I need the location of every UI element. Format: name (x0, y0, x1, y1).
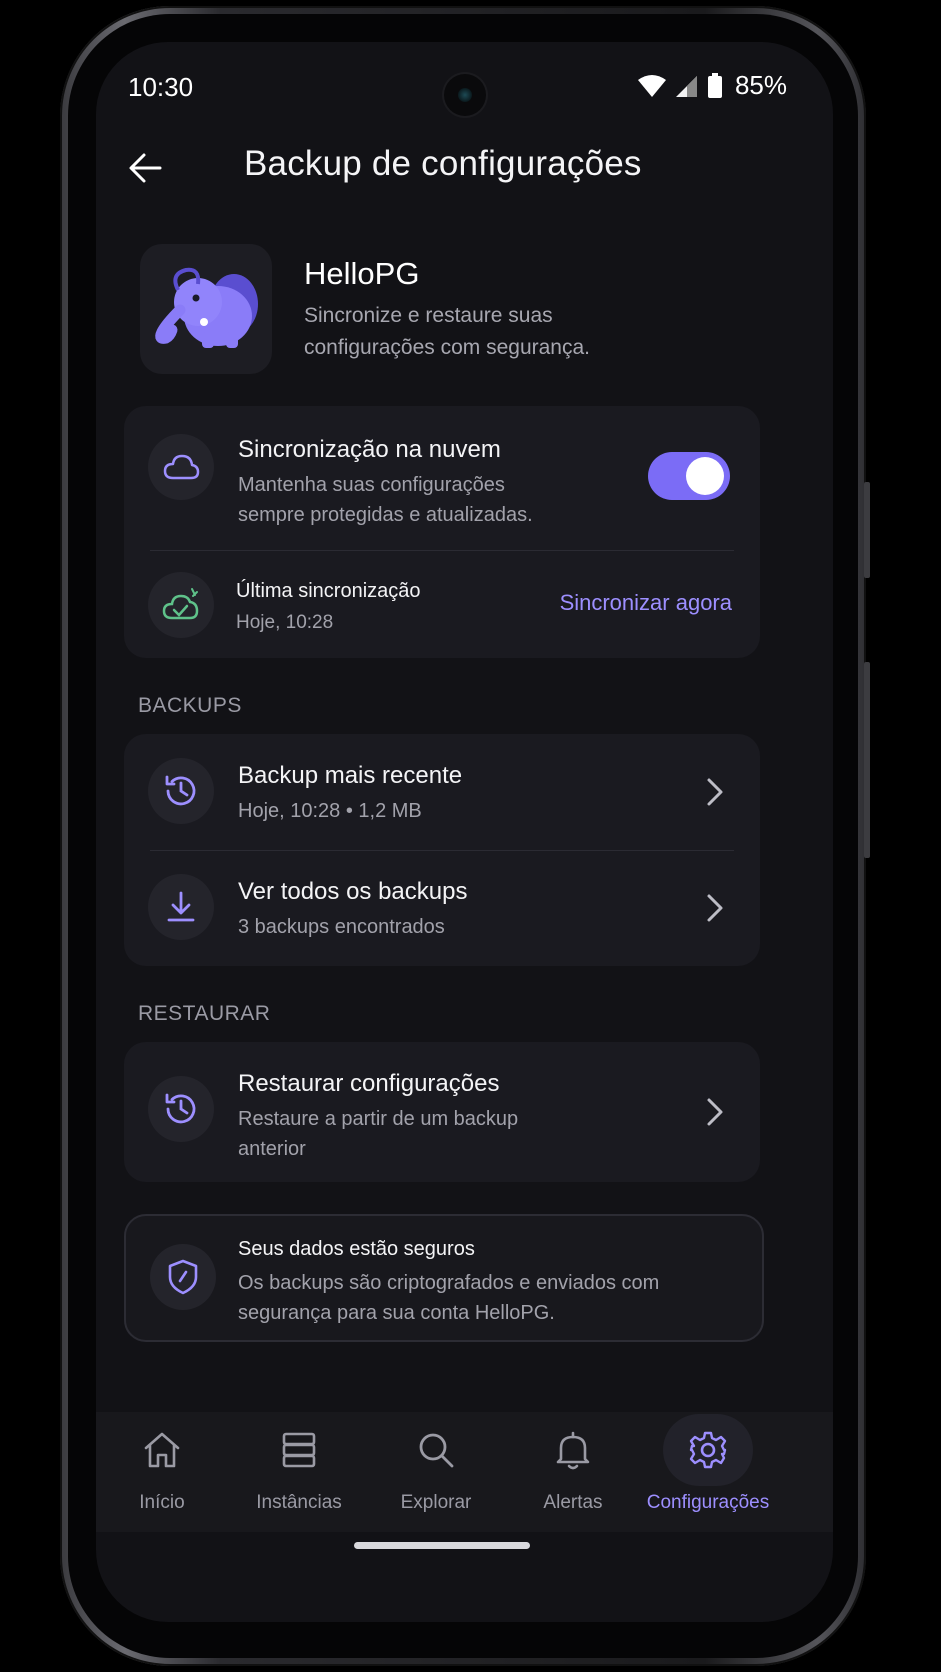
signal-icon (675, 75, 697, 97)
nav-item-home[interactable]: Início (96, 1422, 232, 1522)
nav-item-settings[interactable]: Configurações (638, 1414, 778, 1522)
shield-icon-badge (150, 1244, 216, 1310)
restore-subtitle: Restaure a partir de um backup anterior (238, 1108, 519, 1160)
restore-card[interactable]: Restaurar configurações Restaure a parti… (124, 1042, 760, 1182)
backup-latest-row[interactable]: Backup mais recente Hoje, 10:28 • 1,2 MB (124, 734, 760, 850)
chevron-right-icon (707, 778, 723, 806)
cloud-sync-card: Sincronização na nuvem Mantenha suas con… (124, 406, 760, 658)
front-camera (444, 74, 486, 116)
backups-card: Backup mais recente Hoje, 10:28 • 1,2 MB… (124, 734, 760, 966)
backup-latest-subtitle: Hoje, 10:28 • 1,2 MB (238, 800, 422, 822)
last-sync-value: Hoje, 10:28 (236, 612, 334, 633)
security-subtitle: Os backups são criptografados e enviados… (238, 1272, 660, 1324)
chevron-right-icon (707, 1098, 723, 1126)
history-icon (165, 775, 196, 806)
app-name: HelloPG (304, 256, 420, 291)
back-button[interactable] (124, 146, 168, 190)
toggle-knob (686, 457, 724, 495)
nav-item-instances[interactable]: Instâncias (229, 1422, 369, 1522)
history-icon-badge (148, 758, 214, 824)
chevron-right-icon (707, 894, 723, 922)
app-description: Sincronize e restaure suas configurações… (304, 304, 590, 359)
divider (150, 550, 734, 551)
nav-label-home: Início (139, 1492, 185, 1513)
search-icon (419, 1433, 454, 1468)
cloud-icon (163, 454, 200, 480)
shield-icon (168, 1259, 198, 1295)
nav-label-explore: Explorar (400, 1492, 472, 1513)
app-screen: 10:30 85% Backup de configurações HelloP… (96, 42, 833, 1622)
battery-percent: 85% (734, 70, 787, 100)
gear-icon (689, 1431, 727, 1469)
home-indicator[interactable] (354, 1542, 530, 1549)
bottom-navigation: Início Instâncias Explorar Alertas Confi… (96, 1412, 833, 1532)
nav-label-instances: Instâncias (256, 1492, 342, 1513)
section-restore: RESTAURAR (138, 1002, 271, 1025)
wifi-icon (637, 74, 666, 97)
all-backups-title: Ver todos os backups (238, 878, 468, 905)
download-icon (167, 891, 195, 922)
cloud-sync-toggle[interactable] (648, 452, 730, 500)
nav-item-explore[interactable]: Explorar (366, 1422, 506, 1522)
cloud-sync-title: Sincronização na nuvem (238, 436, 501, 463)
nav-label-alerts: Alertas (543, 1492, 603, 1513)
battery-icon (707, 72, 722, 98)
elephant-logo-icon (155, 267, 258, 348)
download-icon-badge (148, 874, 214, 940)
security-notice: Seus dados estão seguros Os backups são … (124, 1214, 764, 1342)
arrow-left-icon (129, 153, 162, 183)
bell-icon (556, 1431, 590, 1470)
app-logo (140, 244, 272, 374)
server-icon (282, 1432, 316, 1468)
status-bar: 10:30 85% (96, 66, 833, 116)
nav-item-alerts[interactable]: Alertas (503, 1422, 643, 1522)
home-icon (144, 1432, 180, 1468)
cloud-check-icon-badge (148, 572, 214, 638)
last-sync-label: Última sincronização (236, 580, 421, 602)
backup-latest-title: Backup mais recente (238, 762, 463, 789)
restore-icon-badge (148, 1076, 214, 1142)
volume-down-button (864, 662, 870, 858)
volume-up-button (864, 482, 870, 578)
nav-label-settings: Configurações (646, 1492, 770, 1513)
page-title: Backup de configurações (244, 144, 642, 183)
sync-now-button[interactable]: Sincronizar agora (560, 590, 732, 616)
section-backups: BACKUPS (138, 694, 242, 717)
restore-title: Restaurar configurações (238, 1070, 500, 1097)
all-backups-subtitle: 3 backups encontrados (238, 916, 445, 938)
all-backups-row[interactable]: Ver todos os backups 3 backups encontrad… (124, 850, 760, 966)
status-time: 10:30 (128, 72, 194, 102)
cloud-sync-subtitle: Mantenha suas configurações sempre prote… (238, 474, 533, 526)
restore-icon (165, 1093, 196, 1124)
security-title: Seus dados estão seguros (238, 1238, 475, 1260)
cloud-icon-badge (148, 434, 214, 500)
cloud-check-icon (162, 588, 199, 620)
